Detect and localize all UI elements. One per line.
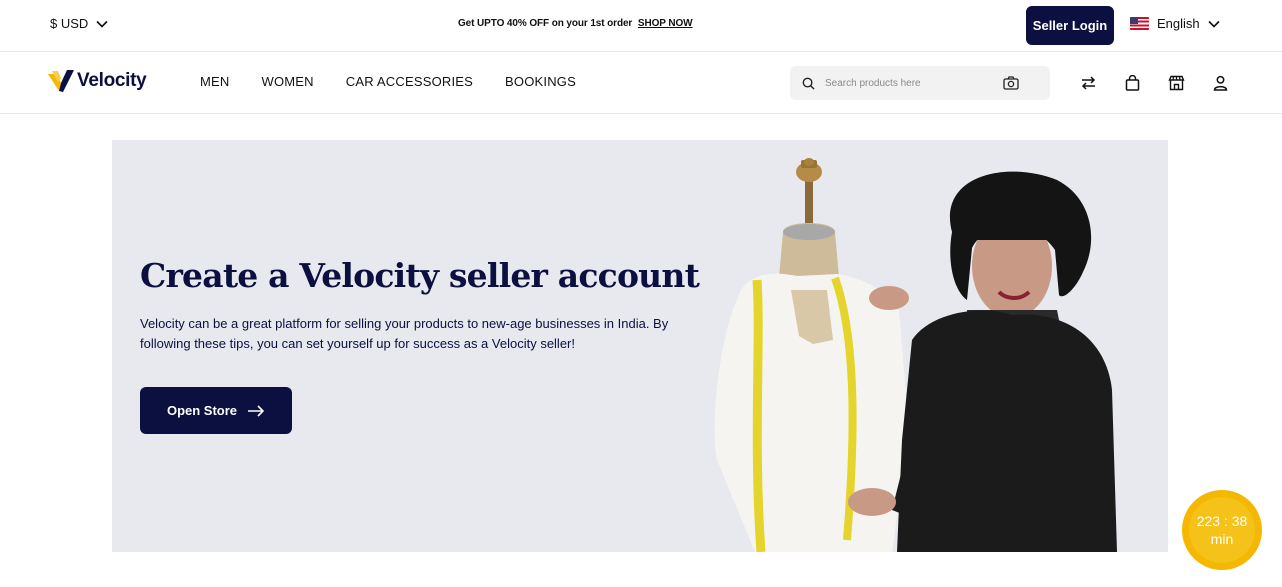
hero-description: Velocity can be a great platform for sel…	[140, 316, 669, 351]
chevron-down-icon	[1208, 20, 1220, 28]
search-input[interactable]	[825, 77, 1003, 89]
language-selector[interactable]: English	[1130, 16, 1220, 31]
nav-icons	[1079, 74, 1229, 92]
promo-text: Get UPTO 40% OFF on your 1st order	[458, 18, 633, 29]
open-store-button[interactable]: Open Store	[140, 387, 292, 434]
main-navbar: Velocity MEN WOMEN CAR ACCESSORIES BOOKI…	[0, 52, 1282, 114]
hero-title: Create a Velocity seller account	[140, 256, 700, 295]
top-bar: $ USD Get UPTO 40% OFF on your 1st order…	[0, 0, 1282, 52]
countdown-timer-face: 223 : 38 min	[1189, 497, 1255, 563]
hero-banner: Create a Velocity seller account Velocit…	[112, 140, 1168, 552]
camera-icon[interactable]	[1003, 76, 1019, 90]
language-label: English	[1157, 16, 1200, 31]
seller-with-mannequin-image	[714, 158, 1117, 552]
currency-label: $ USD	[50, 16, 89, 31]
promo-banner: Get UPTO 40% OFF on your 1st order SHOP …	[458, 18, 693, 29]
shop-now-link[interactable]: SHOP NOW	[638, 18, 693, 29]
chevron-down-icon	[96, 20, 108, 28]
countdown-timer: 223 : 38 min	[1182, 490, 1262, 570]
us-flag-icon	[1130, 17, 1149, 30]
timer-time: 223 : 38	[1196, 513, 1248, 529]
open-store-label: Open Store	[166, 403, 238, 418]
store-icon[interactable]	[1167, 74, 1185, 92]
currency-selector[interactable]: $ USD	[50, 16, 108, 31]
compare-icon[interactable]	[1079, 74, 1097, 92]
nav-link-women[interactable]: WOMEN	[262, 74, 314, 89]
timer-unit: min	[1210, 531, 1234, 547]
user-icon[interactable]	[1211, 74, 1229, 92]
search-icon[interactable]	[802, 77, 815, 90]
velocity-logo-icon	[48, 70, 74, 92]
nav-links: MEN WOMEN CAR ACCESSORIES BOOKINGS	[200, 74, 576, 89]
search-bar	[790, 66, 1050, 100]
arrow-right-icon	[248, 404, 265, 417]
nav-link-men[interactable]: MEN	[200, 74, 230, 89]
bag-icon[interactable]	[1123, 74, 1141, 92]
nav-link-bookings[interactable]: BOOKINGS	[505, 74, 576, 89]
seller-login-button[interactable]: Seller Login	[1026, 6, 1114, 45]
brand-logo[interactable]: Velocity	[48, 69, 147, 93]
brand-name: Velocity	[77, 70, 147, 91]
nav-link-car-accessories[interactable]: CAR ACCESSORIES	[346, 74, 473, 89]
